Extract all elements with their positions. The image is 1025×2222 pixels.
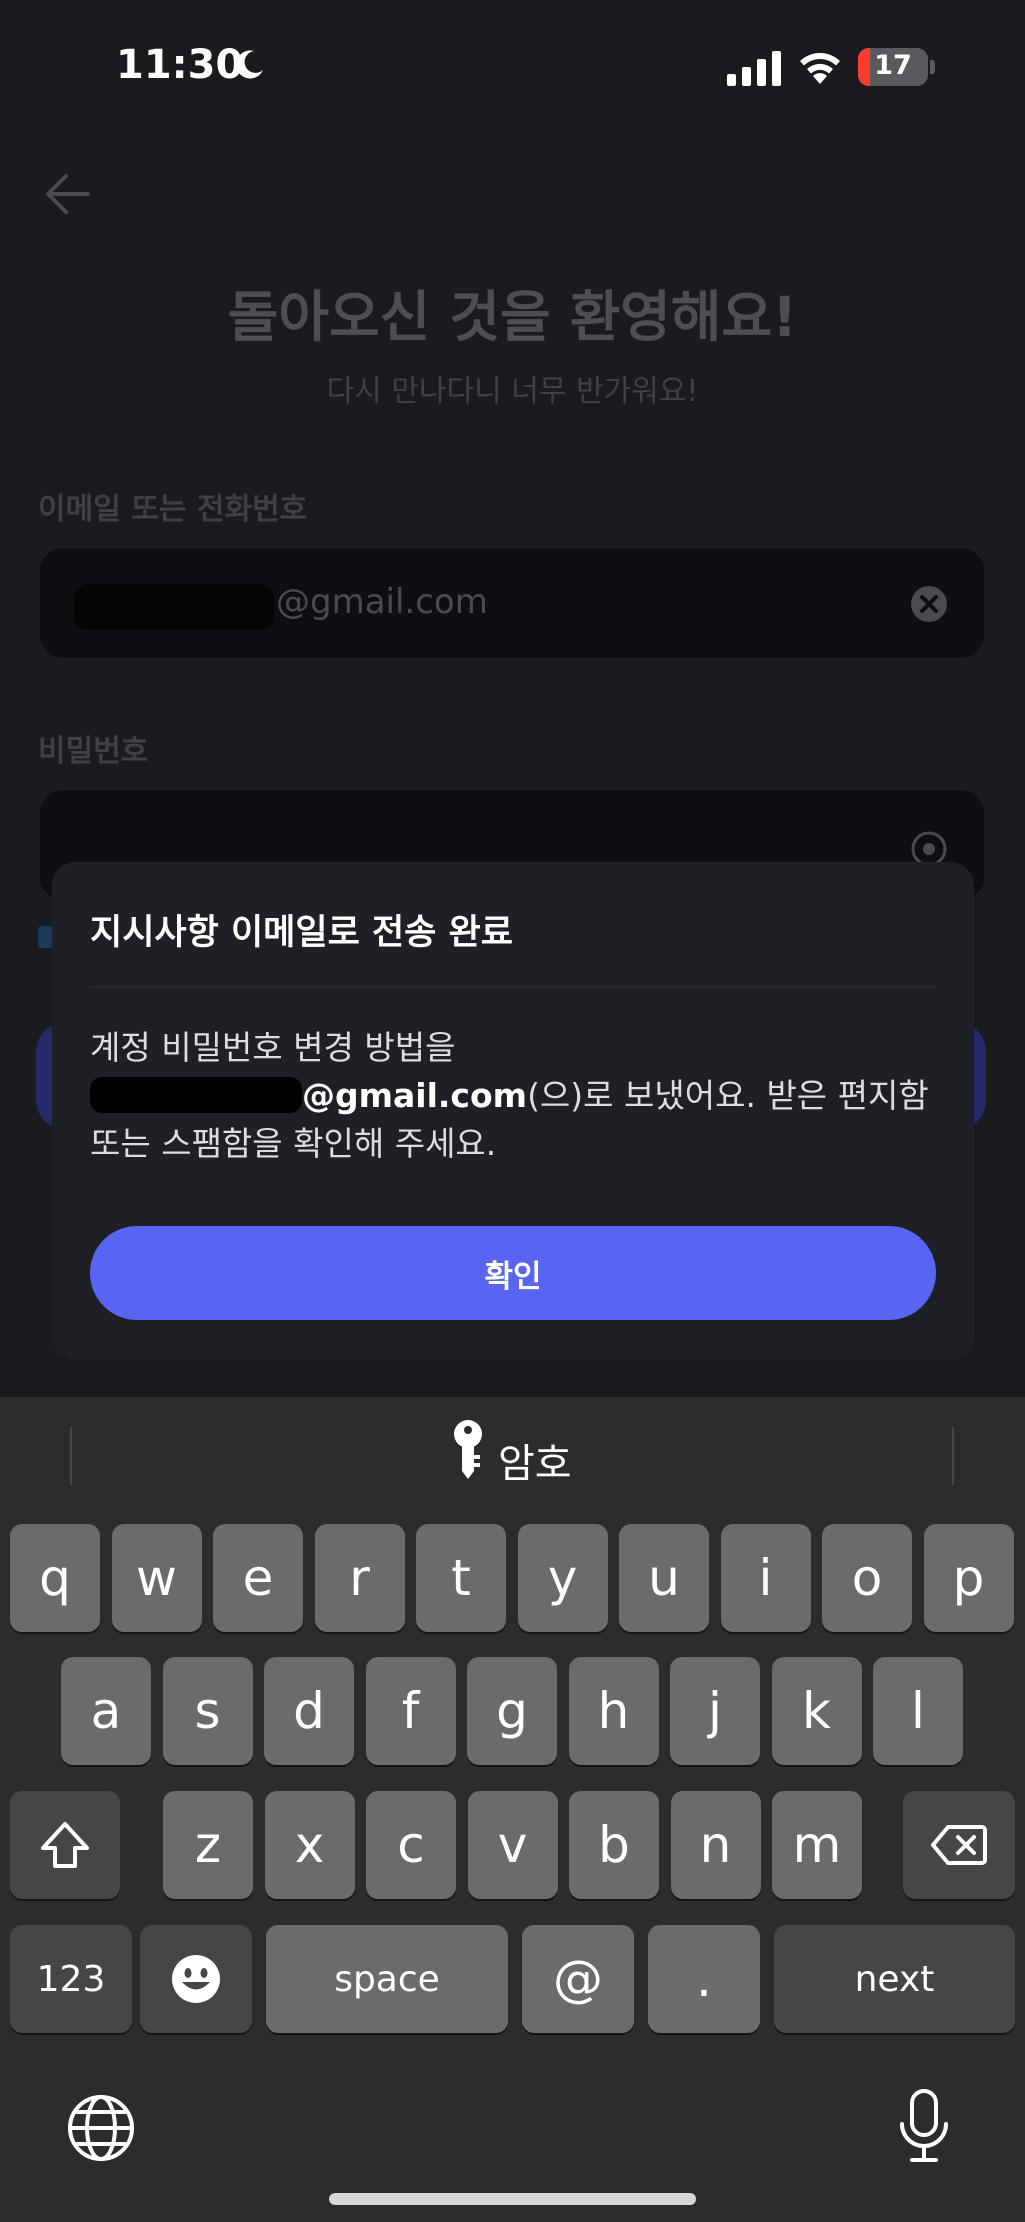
key-x[interactable]: x [264, 1791, 355, 1899]
welcome-title: 돌아오신 것을 환영해요! [227, 285, 798, 349]
key-m[interactable]: m [772, 1791, 862, 1899]
wifi-icon [800, 53, 840, 84]
microphone-icon[interactable] [896, 2088, 952, 2164]
backspace-icon [931, 1825, 987, 1865]
keyboard-suggestion-bar: 암호 [0, 1397, 1025, 1507]
status-time: 11:30 [116, 42, 244, 88]
key-j[interactable]: j [670, 1657, 760, 1765]
key-v[interactable]: v [467, 1791, 558, 1899]
redacted-email-prefix [74, 584, 274, 630]
shift-key[interactable] [10, 1791, 120, 1899]
key-b[interactable]: b [569, 1791, 659, 1899]
moon-icon [236, 50, 263, 79]
key-l[interactable]: l [873, 1657, 963, 1765]
suggestion-divider [70, 1427, 72, 1485]
space-key[interactable]: space [266, 1925, 508, 2033]
emoji-key[interactable] [140, 1925, 252, 2033]
key-t[interactable]: t [416, 1524, 506, 1632]
redacted-email-prefix [90, 1077, 302, 1113]
email-value: @gmail.com [276, 582, 488, 622]
battery-cap [930, 60, 935, 74]
email-label: 이메일 또는 전화번호 [38, 492, 308, 527]
numbers-key[interactable]: 123 [10, 1925, 132, 2033]
status-bar: 11:30 17 [0, 0, 1025, 140]
signal-icon [727, 51, 781, 86]
welcome-subtitle: 다시 만나다니 너무 반가워요! [326, 374, 699, 409]
key-a[interactable]: a [61, 1657, 151, 1765]
dialog-message: 계정 비밀번호 변경 방법을 @gmail.com(으)로 보냈어요. 받은 편… [90, 1024, 950, 1168]
emoji-smiley-icon [172, 1955, 220, 2003]
key-o[interactable]: o [822, 1524, 912, 1632]
key-w[interactable]: w [111, 1524, 202, 1632]
key-f[interactable]: f [365, 1657, 456, 1765]
period-key[interactable]: . [648, 1925, 760, 2033]
shift-arrow-icon [41, 1822, 89, 1868]
globe-icon[interactable] [66, 2093, 136, 2163]
key-s[interactable]: s [162, 1657, 253, 1765]
key-d[interactable]: d [264, 1657, 354, 1765]
at-key[interactable]: @ [522, 1925, 634, 2033]
key-i[interactable]: i [720, 1524, 811, 1632]
key-c[interactable]: c [366, 1791, 456, 1899]
back-arrow-icon[interactable] [40, 166, 96, 222]
clear-input-icon[interactable] [910, 585, 948, 623]
password-suggestion[interactable]: 암호 [498, 1431, 572, 1489]
dialog-message-line3: 또는 스팸함을 확인해 주세요. [90, 1124, 497, 1163]
email-field[interactable]: @gmail.com [38, 546, 986, 660]
key-k[interactable]: k [771, 1657, 862, 1765]
key-p[interactable]: p [923, 1524, 1014, 1632]
suggestion-divider [952, 1427, 954, 1485]
dialog-message-line1: 계정 비밀번호 변경 방법을 [90, 1028, 456, 1067]
password-label: 비밀번호 [38, 734, 149, 769]
backspace-key[interactable] [903, 1791, 1015, 1899]
confirm-button[interactable]: 확인 [90, 1226, 936, 1320]
key-r[interactable]: r [314, 1524, 405, 1632]
next-key[interactable]: next [774, 1925, 1015, 2033]
key-e[interactable]: e [213, 1524, 303, 1632]
key-u[interactable]: u [619, 1524, 709, 1632]
home-indicator[interactable] [329, 2193, 696, 2205]
dialog-divider [90, 986, 936, 988]
key-h[interactable]: h [568, 1657, 659, 1765]
key-icon[interactable] [448, 1419, 488, 1481]
key-y[interactable]: y [517, 1524, 608, 1632]
key-n[interactable]: n [670, 1791, 761, 1899]
key-g[interactable]: g [467, 1657, 557, 1765]
dialog-email: @gmail.com [302, 1076, 528, 1115]
instructions-sent-dialog: 지시사항 이메일로 전송 완료 계정 비밀번호 변경 방법을 @gmail.co… [52, 862, 974, 1360]
dialog-message-line2: (으)로 보냈어요. 받은 편지함 [527, 1076, 929, 1115]
dialog-title: 지시사항 이메일로 전송 완료 [90, 913, 513, 953]
key-z[interactable]: z [163, 1791, 253, 1899]
battery-level: 17 [874, 50, 912, 81]
key-q[interactable]: q [10, 1524, 100, 1632]
battery-icon: 17 [858, 48, 928, 86]
